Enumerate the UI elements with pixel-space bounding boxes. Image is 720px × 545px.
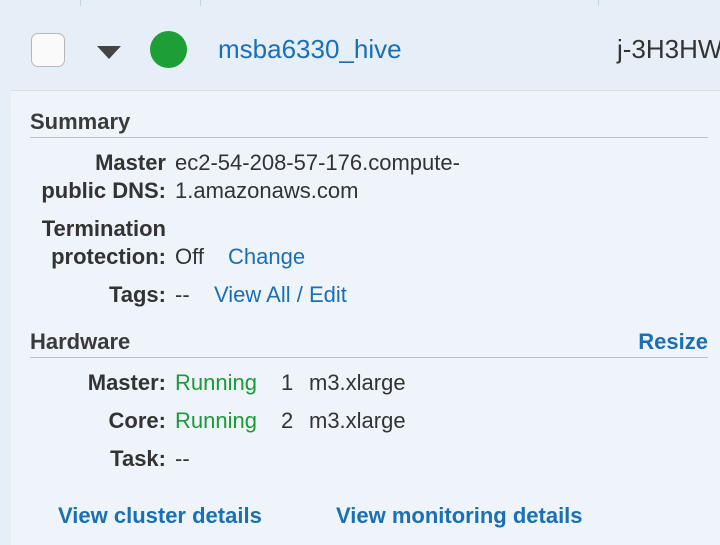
- hardware-master-count: 1: [281, 370, 294, 395]
- tags-label: Tags:: [108, 282, 166, 307]
- termination-value: Off: [175, 244, 204, 269]
- status-dot-icon: [150, 31, 187, 68]
- view-edit-tags-link[interactable]: View All / Edit: [214, 281, 347, 309]
- termination-label-line2: protection:: [51, 244, 166, 269]
- termination-label-line1: Termination: [41, 216, 166, 241]
- master-dns-value-line2: 1.amazonaws.com: [175, 178, 359, 203]
- hardware-master-label: Master:: [87, 370, 166, 395]
- hardware-core-count: 2: [281, 408, 294, 433]
- hardware-core-label: Core:: [108, 408, 166, 433]
- row-checkbox[interactable]: [31, 33, 65, 67]
- change-termination-link[interactable]: Change: [228, 243, 305, 271]
- hardware-master-type: m3.xlarge: [309, 370, 406, 395]
- cluster-detail-panel: Summary Master public DNS: ec2-54-208-57…: [11, 90, 720, 545]
- master-dns-label-line2: public DNS:: [41, 178, 166, 203]
- hardware-title: Hardware: [30, 329, 131, 354]
- cluster-id: j-3H3HW: [617, 34, 720, 64]
- summary-title: Summary: [30, 109, 131, 134]
- cluster-row[interactable]: msba6330_hive j-3H3HW: [11, 6, 720, 90]
- master-dns-value-line1: ec2-54-208-57-176.compute-: [175, 150, 460, 175]
- view-monitoring-details-link[interactable]: View monitoring details: [336, 503, 583, 529]
- hardware-master-status: Running: [175, 370, 257, 395]
- hardware-core-type: m3.xlarge: [309, 408, 406, 433]
- hardware-section-header: Hardware Resize: [30, 327, 708, 358]
- summary-section-header: Summary: [30, 107, 708, 138]
- hardware-core-status: Running: [175, 408, 257, 433]
- tags-value: --: [175, 282, 190, 307]
- master-dns-label-line1: Master: [95, 150, 166, 175]
- expand-caret-icon[interactable]: [97, 46, 121, 60]
- hardware-task-label: Task:: [110, 446, 166, 471]
- view-cluster-details-link[interactable]: View cluster details: [58, 503, 262, 529]
- hardware-task-value: --: [175, 446, 190, 471]
- resize-link[interactable]: Resize: [638, 329, 708, 355]
- cluster-name-link[interactable]: msba6330_hive: [218, 34, 402, 65]
